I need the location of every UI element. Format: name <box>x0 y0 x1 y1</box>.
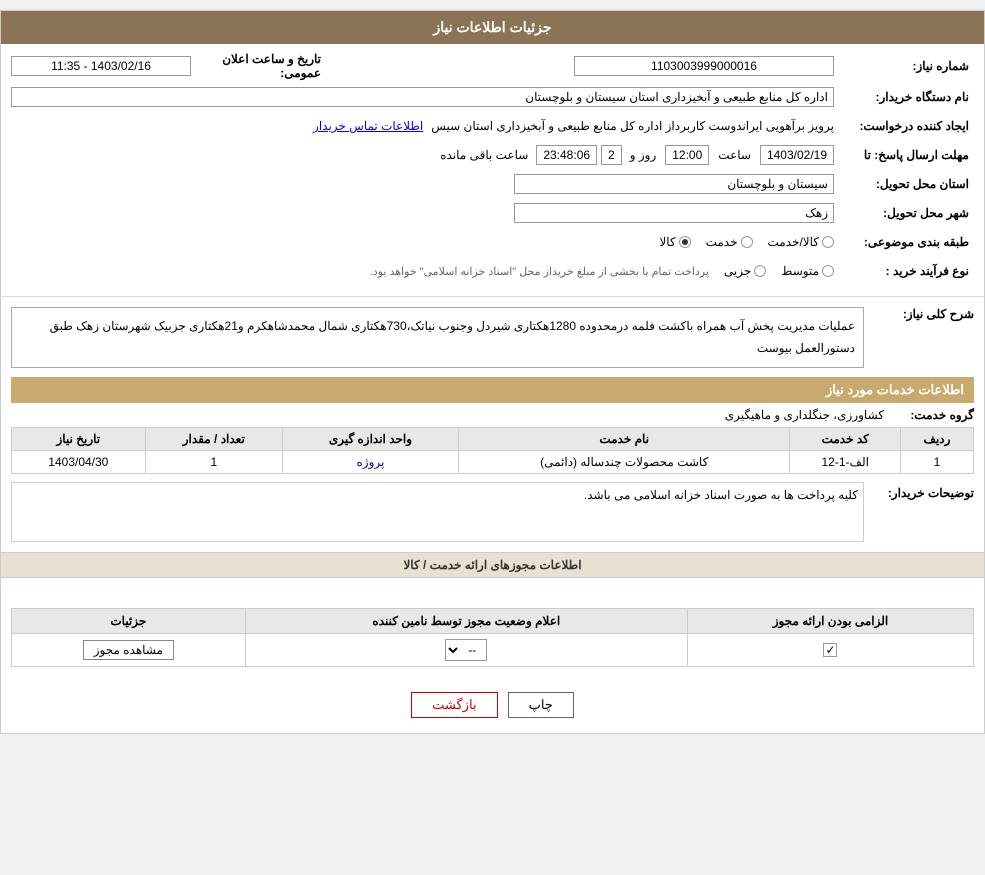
mohlat-time: 12:00 <box>665 145 709 165</box>
mohlat-remain-label: ساعت باقی مانده <box>436 148 532 162</box>
radio-kala: کالا <box>659 235 690 249</box>
perm-col-elzami: الزامی بودن ارائه مجوز <box>687 609 973 634</box>
mohlat-days: 2 <box>601 145 622 165</box>
elzami-checkbox: ✓ <box>823 643 837 657</box>
nooe-note: پرداخت تمام یا بخشی از مبلغ خریداز محل "… <box>370 265 709 278</box>
perm-joziyat: مشاهده مجوز <box>12 634 246 667</box>
radio-jozii: جزیی <box>724 264 766 278</box>
cell-tarikh: 1403/04/30 <box>12 451 146 474</box>
shomara-niaz-value: 1103003999000016 <box>574 56 834 76</box>
nam-dastgah-label: نام دستگاه خریدار: <box>834 90 974 104</box>
perm-elzami: ✓ <box>687 634 973 667</box>
col-kod: کد خدمت <box>790 428 901 451</box>
cell-name: کاشت محصولات چندساله (دائمی) <box>458 451 789 474</box>
mojozha-section-title: اطلاعات مجوزهای ارائه خدمت / کالا <box>1 552 984 578</box>
tozihat-label: توضیحات خریدار: <box>874 482 974 500</box>
radio-dot-kala-khadmat <box>822 236 834 248</box>
mohlat-date: 1403/02/19 <box>760 145 834 165</box>
tozihat-content: کلیه پرداخت ها به صورت اسناد خزانه اسلام… <box>11 482 864 542</box>
radio-dot-kala <box>679 236 691 248</box>
nooe-option-motavaset: متوسط <box>781 264 819 278</box>
col-tarikh: تاریخ نیاز <box>12 428 146 451</box>
shomara-niaz-label: شماره نیاز: <box>834 59 974 73</box>
mohlat-time-remain: 23:48:06 <box>536 145 597 165</box>
radio-dot-khadmat <box>741 236 753 248</box>
col-name: نام خدمت <box>458 428 789 451</box>
tabaqe-option-1: کالا <box>659 235 675 249</box>
view-mojoz-button[interactable]: مشاهده مجوز <box>83 640 174 660</box>
tarikh-value: 1403/02/16 - 11:35 <box>11 56 191 76</box>
mohlat-day-label: روز و <box>626 148 661 162</box>
sharh-label: شرح کلی نیاز: <box>874 307 974 321</box>
nooe-option-jozii: جزیی <box>724 264 751 278</box>
gorooh-label: گروه خدمت: <box>894 408 974 422</box>
perm-row: ✓ -- مشاهده مجوز <box>12 634 974 667</box>
perm-alam: -- <box>245 634 687 667</box>
page-title: جزئیات اطلاعات نیاز <box>1 11 984 44</box>
tabaqe-option-2: خدمت <box>706 235 738 249</box>
ostan-value: سیستان و بلوچستان <box>514 174 834 194</box>
nam-dastgah-value: اداره کل منابع طبیعی و آبخیزداری استان س… <box>11 87 834 107</box>
cell-kod: الف-1-12 <box>790 451 901 474</box>
mohlat-time-label: ساعت <box>714 148 755 162</box>
ijad-value: پرویز برآهویی ایراندوست کاربرداز اداره ک… <box>431 119 834 133</box>
sharh-section: شرح کلی نیاز: عملیات مدیریت پخش آب همراه… <box>1 297 984 373</box>
ostan-label: استان محل تحویل: <box>834 177 974 191</box>
radio-dot-jozii <box>754 265 766 277</box>
tarikh-label: تاریخ و ساعت اعلان عمومی: <box>191 52 331 80</box>
cell-radif: 1 <box>901 451 974 474</box>
mohlat-label: مهلت ارسال پاسخ: تا <box>834 148 974 162</box>
tabaqe-option-3: کالا/خدمت <box>768 235 819 249</box>
col-radif: ردیف <box>901 428 974 451</box>
shahr-label: شهر محل تحویل: <box>834 206 974 220</box>
tabaqe-label: طبقه بندی موضوعی: <box>834 235 974 249</box>
shahr-value: زهک <box>514 203 834 223</box>
back-button[interactable]: بازگشت <box>411 692 497 718</box>
permissions-section: الزامی بودن ارائه مجوز اعلام وضعیت مجوز … <box>1 578 984 677</box>
sharh-content: عملیات مدیریت پخش آب همراه باکشت فلمه در… <box>11 307 864 368</box>
alam-select[interactable]: -- <box>445 639 487 661</box>
col-vahed: واحد اندازه گیری <box>282 428 458 451</box>
print-button[interactable]: چاپ <box>508 692 574 718</box>
radio-khadmat: خدمت <box>706 235 753 249</box>
khadamat-table: ردیف کد خدمت نام خدمت واحد اندازه گیری ت… <box>11 427 974 474</box>
radio-kala-khadmat: کالا/خدمت <box>768 235 834 249</box>
gorooh-value: کشاورزی، جنگلداری و ماهیگیری <box>725 408 884 422</box>
radio-dot-motavaset <box>822 265 834 277</box>
ijad-label: ایجاد کننده درخواست: <box>834 119 974 133</box>
perm-table: الزامی بودن ارائه مجوز اعلام وضعیت مجوز … <box>11 608 974 667</box>
table-row: 1 الف-1-12 کاشت محصولات چندساله (دائمی) … <box>12 451 974 474</box>
nooe-farayand-label: نوع فرآیند خرید : <box>834 264 974 278</box>
ettelaat-tamas-link[interactable]: اطلاعات تماس خریدار <box>313 119 423 133</box>
footer-buttons: چاپ بازگشت <box>1 677 984 733</box>
perm-col-alam: اعلام وضعیت مجوز توسط نامین کننده <box>245 609 687 634</box>
cell-tedad: 1 <box>145 451 282 474</box>
perm-col-joziyat: جزئیات <box>12 609 246 634</box>
cell-vahed: پروژه <box>282 451 458 474</box>
col-tedad: تعداد / مقدار <box>145 428 282 451</box>
radio-motavaset: متوسط <box>781 264 834 278</box>
khadamat-section-title: اطلاعات خدمات مورد نیاز <box>11 377 974 403</box>
